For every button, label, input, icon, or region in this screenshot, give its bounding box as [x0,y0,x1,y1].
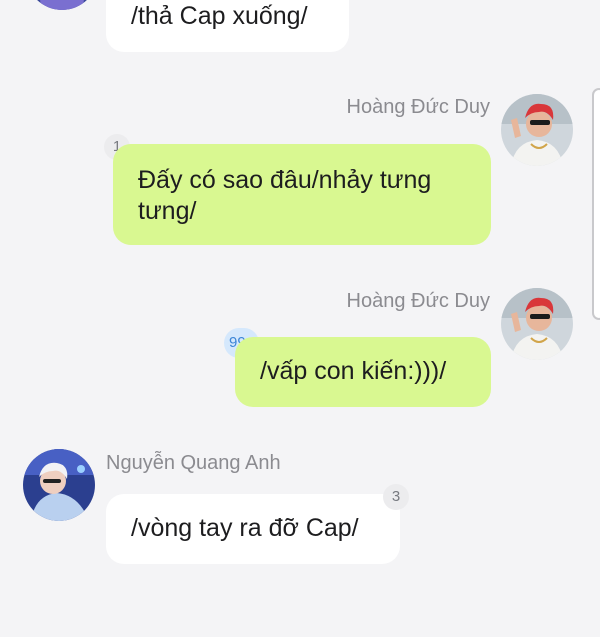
message-text: Đấy có sao đâu/nhảy tưng tưng/ [138,166,432,225]
message-text: /vòng tay ra đỡ Cap/ [131,514,359,542]
reaction-count-badge[interactable]: 3 [383,484,409,510]
avatar-hoang-duc-duy[interactable] [501,94,573,166]
message-bubble[interactable]: Đấy có sao đâu/nhảy tưng tưng/ [113,144,491,245]
message-text: /vấp con kiến:)))/ [260,357,447,385]
message-bubble[interactable]: /thả Cap xuống/ [106,0,349,52]
avatar-hoang-duc-duy[interactable] [501,288,573,360]
avatar-nguyen-quang-anh[interactable] [23,449,95,521]
message-bubble[interactable]: /vấp con kiến:)))/ [235,337,491,407]
sender-name: Nguyễn Quang Anh [106,452,281,474]
sender-name: Hoàng Đức Duy [346,290,490,312]
scroll-edge-handle[interactable] [592,88,600,320]
avatar-partial-top[interactable] [26,0,98,10]
message-bubble[interactable]: /vòng tay ra đỡ Cap/ [106,494,400,564]
sender-name: Hoàng Đức Duy [346,96,490,118]
message-text: /thả Cap xuống/ [131,2,308,30]
